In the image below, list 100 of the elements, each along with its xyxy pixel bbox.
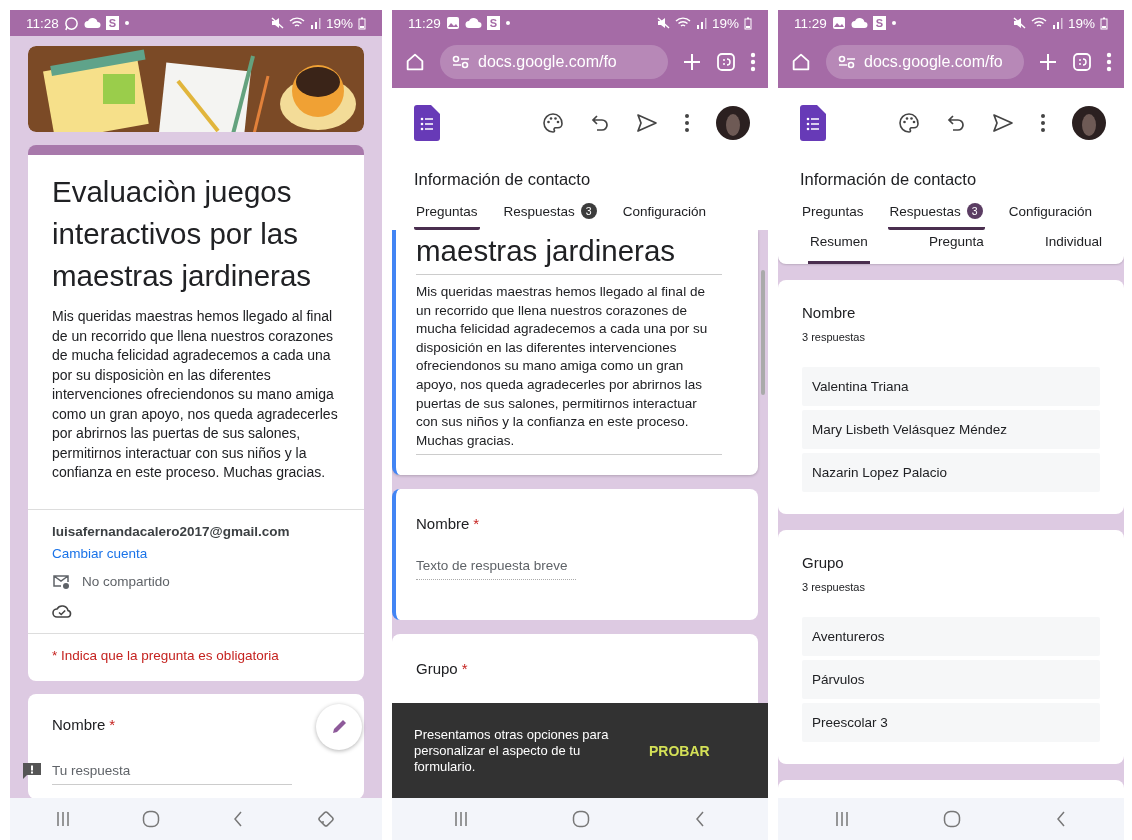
url-text: docs.google.com/fo (478, 53, 617, 71)
form-description: Mis queridas maestras hemos llegado al final de un recorrido que llena nuestros corazones de mucha felicidad agradecemos a cada una por su disposiciòn en las diferentes intervenciones ofreciendonos su mano amiga como un gran apoyo, nos queda agradecerles por abrirnos las puertas de sus salones, permitirnos interactuar con sus niños y la confianza en este proceso. Muchas gracias. (52, 307, 339, 482)
chat-bubble-icon (63, 15, 79, 31)
new-tab-button[interactable] (1038, 52, 1058, 72)
send-button[interactable] (636, 113, 658, 133)
account-avatar[interactable] (716, 106, 750, 140)
forms-logo-icon (414, 105, 440, 141)
mute-icon (656, 17, 670, 29)
battery-level: 19% (325, 15, 353, 31)
question-label: Nombre (52, 715, 106, 733)
more-notifications-icon (124, 20, 131, 26)
tab-switcher-button[interactable] (716, 52, 736, 72)
sharing-status: No compartido (82, 574, 170, 589)
tab[interactable]: Configuración (1006, 203, 1094, 230)
home-icon (572, 810, 590, 828)
count-badge: 3 (580, 203, 597, 219)
recent-apps-icon (56, 811, 70, 827)
wifi-icon (674, 17, 691, 29)
rotate-icon (316, 809, 336, 829)
signal-icon (309, 17, 321, 29)
mute-icon (1012, 17, 1026, 29)
battery-level: 19% (1067, 15, 1095, 31)
more-notifications-icon (505, 20, 512, 26)
required-mark: * (473, 515, 480, 533)
form-name: Información de contacto (413, 169, 592, 189)
question-label: Nombre (802, 304, 857, 321)
more-menu-button[interactable] (750, 52, 756, 72)
switch-account-link[interactable]: Cambiar cuenta (52, 545, 340, 561)
subtab[interactable]: Pregunta (926, 230, 986, 264)
site-settings-icon (452, 55, 470, 69)
recent-apps-icon (454, 811, 468, 827)
answer-item: Mary Lisbeth Velásquez Méndez (802, 410, 1100, 449)
answer-item: Párvulos (802, 660, 1100, 699)
app-notification-icon: S (486, 16, 501, 30)
more-options-button[interactable] (684, 113, 690, 133)
answer-item: Nazarin Lopez Palacio (802, 453, 1100, 492)
home-button[interactable] (404, 51, 426, 73)
new-tab-button[interactable] (682, 52, 702, 72)
question-label: Grupo (416, 660, 458, 678)
required-mark: * (461, 660, 468, 678)
snackbar-message: Presentamos otras opciones para personalizar el aspecto de tu formulario. (414, 726, 610, 775)
question-card[interactable]: Nombre * Texto de respuesta breve (392, 489, 758, 621)
form-name: Información de contacto (799, 169, 978, 189)
form-description: Mis queridas maestras hemos llegado al final de un recorrido que llena nuestros corazones de mucha felicidad agradecemos a cada una por su disposición en las diferentes intervenciones ofreciendonos su mano amiga como un gran apoyo, nos queda agradecerles por abrirnos las puertas de sus salones, permitirnos interactuar con sus niños y la confianza en este proceso. Muchas gracias. (416, 283, 722, 456)
mute-icon (270, 17, 284, 29)
status-time: 11:29 (794, 15, 827, 31)
undo-button[interactable] (946, 114, 966, 132)
required-mark: * (109, 715, 116, 733)
account-avatar[interactable] (1072, 106, 1106, 140)
mail-off-icon (52, 573, 70, 590)
battery-icon (1100, 16, 1108, 30)
url-text: docs.google.com/fo (864, 53, 1003, 71)
answer-item: Valentina Triana (802, 367, 1100, 406)
app-notification-icon: S (105, 16, 120, 30)
site-settings-icon (838, 55, 856, 69)
signal-icon (695, 17, 707, 29)
cloud-icon (464, 17, 482, 29)
palette-button[interactable] (898, 112, 920, 134)
tab[interactable]: Preguntas (800, 203, 866, 230)
home-icon (943, 810, 961, 828)
undo-button[interactable] (590, 114, 610, 132)
response-count: 3 respuestas (802, 581, 866, 593)
status-time: 11:28 (26, 15, 59, 31)
more-options-button[interactable] (1040, 113, 1046, 133)
form-title: maestras jardineras (416, 230, 722, 275)
response-count: 3 respuestas (802, 331, 866, 343)
wifi-icon (288, 17, 305, 29)
cloud-icon (83, 17, 101, 29)
forms-logo-icon (800, 105, 826, 141)
required-note: * Indica que la pregunta es obligatoria (28, 632, 364, 681)
app-notification-icon: S (872, 16, 887, 30)
answer-item: Preescolar 3 (802, 703, 1100, 742)
status-time: 11:29 (408, 15, 441, 31)
tab-switcher-button[interactable] (1072, 52, 1092, 72)
image-icon (445, 16, 460, 30)
send-button[interactable] (992, 113, 1014, 133)
signal-icon (1051, 17, 1063, 29)
question-label: Nombre (416, 515, 470, 533)
back-icon (232, 811, 244, 827)
question-label: Grupo (802, 554, 845, 571)
battery-icon (358, 16, 366, 30)
back-icon (694, 811, 706, 827)
count-badge: 3 (966, 203, 983, 219)
try-button[interactable]: PROBAR (649, 742, 710, 759)
home-icon (142, 810, 160, 828)
subtab[interactable]: Individual (1042, 230, 1104, 264)
battery-level: 19% (711, 15, 739, 31)
battery-icon (744, 16, 752, 30)
cloud-icon (850, 17, 868, 29)
form-title: Evaluaciòn juegos interactivos por las maestras jardineras (52, 174, 313, 294)
form-header-card[interactable] (392, 230, 758, 476)
account-email: luisafernandacalero2017@gmail.com (52, 523, 291, 539)
more-menu-button[interactable] (1106, 52, 1112, 72)
tab[interactable]: Configuración (620, 203, 708, 230)
subtab[interactable]: Resumen (808, 230, 870, 264)
tab[interactable]: Respuestas 3 (501, 203, 599, 230)
home-button[interactable] (790, 51, 812, 73)
cloud-check-icon (52, 602, 72, 619)
palette-button[interactable] (542, 112, 564, 134)
back-icon (1055, 811, 1067, 827)
